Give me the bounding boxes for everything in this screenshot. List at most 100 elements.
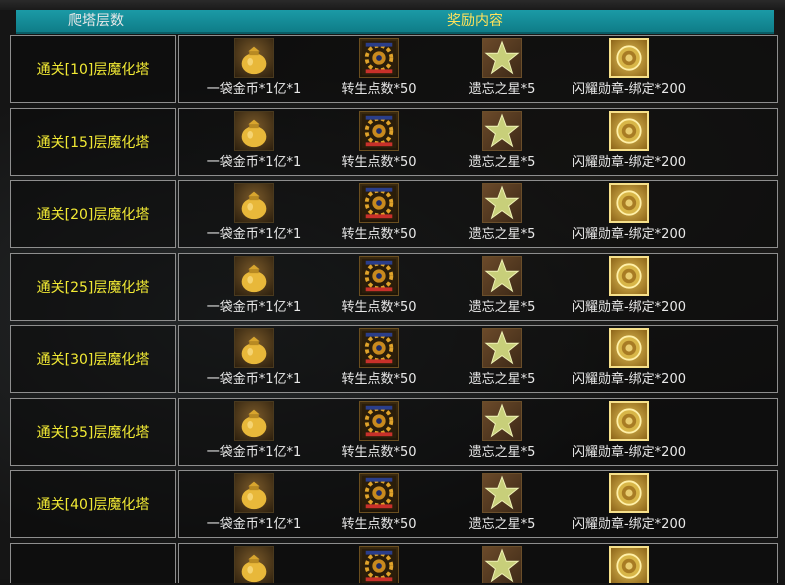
reward-item[interactable]: 转生点数*50 <box>314 110 444 175</box>
reward-label: 一袋金币*1亿*1 <box>206 517 302 532</box>
reward-item[interactable] <box>189 545 319 583</box>
top-strip <box>0 0 785 10</box>
star-icon <box>482 183 522 223</box>
reward-label: 一袋金币*1亿*1 <box>206 154 302 170</box>
reward-item[interactable]: 一袋金币*1亿*1 <box>189 473 319 537</box>
reward-label: 转生点数*50 <box>341 82 417 97</box>
reward-label: 转生点数*50 <box>341 299 417 315</box>
reward-label: 转生点数*50 <box>341 517 417 532</box>
reward-item[interactable]: 转生点数*50 <box>314 328 444 392</box>
tier-label: 通关[20]层魔化塔 <box>10 180 176 248</box>
rebirth-points-icon <box>359 110 399 151</box>
table-row: 通关[35]层魔化塔一袋金币*1亿*1 转生点数*50 遗忘之星*5 闪耀勋章-绑定*… <box>10 397 778 468</box>
reward-cell: 一袋金币*1亿*1 转生点数*50 遗忘之星*5 闪耀勋章-绑定*200 <box>178 252 778 321</box>
medal-icon <box>609 255 649 296</box>
table-row: 通关[15]层魔化塔 一袋金币*1亿*1 转生点数*50 遗忘之星*5 闪耀勋章-绑定*… <box>10 107 778 178</box>
reward-label: 转生点数*50 <box>341 444 417 460</box>
reward-label: 遗忘之星*5 <box>468 372 536 387</box>
reward-item[interactable]: 遗忘之星*5 <box>437 473 567 537</box>
reward-label: 转生点数*50 <box>341 372 417 387</box>
reward-item[interactable]: 闪耀勋章-绑定*200 <box>564 255 694 320</box>
reward-item[interactable]: 闪耀勋章-绑定*200 <box>564 400 694 465</box>
reward-cell: 一袋金币*1亿*1 转生点数*50 遗忘之星*5 闪耀勋章-绑定*200 <box>178 470 778 538</box>
reward-label: 一袋金币*1亿*1 <box>206 444 302 460</box>
reward-label: 遗忘之星*5 <box>468 444 536 460</box>
reward-item[interactable] <box>564 545 694 583</box>
reward-item[interactable]: 一袋金币*1亿*1 <box>189 183 319 247</box>
reward-item[interactable]: 一袋金币*1亿*1 <box>189 38 319 102</box>
reward-item[interactable]: 遗忘之星*5 <box>437 400 567 465</box>
tier-label: 通关[35]层魔化塔 <box>10 397 176 466</box>
rebirth-points-icon <box>359 400 399 441</box>
reward-item[interactable] <box>437 545 567 583</box>
reward-item[interactable]: 一袋金币*1亿*1 <box>189 400 319 465</box>
reward-label: 遗忘之星*5 <box>468 299 536 315</box>
reward-label: 闪耀勋章-绑定*200 <box>571 299 686 315</box>
reward-cell: 一袋金币*1亿*1 转生点数*50 遗忘之星*5 闪耀勋章-绑定*200 <box>178 180 778 248</box>
medal-icon <box>609 110 649 151</box>
reward-label: 一袋金币*1亿*1 <box>206 372 302 387</box>
gold-bag-icon <box>234 400 274 441</box>
reward-item[interactable]: 闪耀勋章-绑定*200 <box>564 473 694 537</box>
reward-label: 闪耀勋章-绑定*200 <box>571 154 686 170</box>
reward-cell: 一袋金币*1亿*1 转生点数*50 遗忘之星*5 闪耀勋章-绑定*200 <box>178 325 778 393</box>
reward-label: 遗忘之星*5 <box>468 227 536 242</box>
rebirth-points-icon <box>359 255 399 296</box>
reward-cell: 一袋金币*1亿*1 转生点数*50 遗忘之星*5 闪耀勋章-绑定*200 <box>178 35 778 103</box>
reward-label: 遗忘之星*5 <box>468 82 536 97</box>
medal-icon <box>609 38 649 78</box>
rebirth-points-icon <box>359 328 399 368</box>
reward-label: 闪耀勋章-绑定*200 <box>571 444 686 460</box>
reward-item[interactable]: 遗忘之星*5 <box>437 328 567 392</box>
gold-bag-icon <box>234 255 274 296</box>
medal-icon <box>609 183 649 223</box>
reward-label: 一袋金币*1亿*1 <box>206 82 302 97</box>
reward-table: 通关[10]层魔化塔 一袋金币*1亿*1 转生点数*50 遗忘之星*5 闪耀勋章-绑定*… <box>10 35 778 585</box>
rebirth-points-icon <box>359 545 399 583</box>
reward-item[interactable]: 闪耀勋章-绑定*200 <box>564 110 694 175</box>
reward-item[interactable]: 转生点数*50 <box>314 255 444 320</box>
medal-icon <box>609 328 649 368</box>
reward-item[interactable]: 闪耀勋章-绑定*200 <box>564 38 694 102</box>
reward-item[interactable]: 遗忘之星*5 <box>437 183 567 247</box>
tier-label <box>10 542 176 583</box>
reward-cell: 一袋金币*1亿*1 转生点数*50 遗忘之星*5 闪耀勋章-绑定*200 <box>178 397 778 466</box>
reward-item[interactable]: 转生点数*50 <box>314 400 444 465</box>
reward-item[interactable]: 一袋金币*1亿*1 <box>189 255 319 320</box>
gold-bag-icon <box>234 473 274 513</box>
reward-item[interactable]: 遗忘之星*5 <box>437 255 567 320</box>
reward-item[interactable]: 闪耀勋章-绑定*200 <box>564 328 694 392</box>
table-row: 通关[40]层魔化塔 一袋金币*1亿*1 转生点数*50 遗忘之星*5 闪耀勋章-绑定*… <box>10 470 778 540</box>
star-icon <box>482 400 522 441</box>
reward-item[interactable]: 闪耀勋章-绑定*200 <box>564 183 694 247</box>
reward-label: 转生点数*50 <box>341 154 417 170</box>
medal-icon <box>609 400 649 441</box>
reward-label: 遗忘之星*5 <box>468 154 536 170</box>
reward-label: 闪耀勋章-绑定*200 <box>571 517 686 532</box>
table-header: 爬塔层数 奖励内容 <box>16 10 774 34</box>
reward-item[interactable]: 遗忘之星*5 <box>437 110 567 175</box>
reward-label: 闪耀勋章-绑定*200 <box>571 372 686 387</box>
reward-item[interactable]: 转生点数*50 <box>314 473 444 537</box>
reward-label: 遗忘之星*5 <box>468 517 536 532</box>
star-icon <box>482 38 522 78</box>
reward-label: 一袋金币*1亿*1 <box>206 299 302 315</box>
star-icon <box>482 545 522 583</box>
reward-cell: 一袋金币*1亿*1 转生点数*50 遗忘之星*5 闪耀勋章-绑定*200 <box>178 107 778 176</box>
reward-item[interactable] <box>314 545 444 583</box>
table-row: 通关[20]层魔化塔一袋金币*1亿*1 转生点数*50 遗忘之星*5 闪耀勋章-绑定*… <box>10 180 778 250</box>
tier-label: 通关[25]层魔化塔 <box>10 252 176 321</box>
reward-item[interactable]: 一袋金币*1亿*1 <box>189 328 319 392</box>
reward-item[interactable]: 一袋金币*1亿*1 <box>189 110 319 175</box>
reward-item[interactable]: 转生点数*50 <box>314 38 444 102</box>
star-icon <box>482 328 522 368</box>
header-tower-levels: 爬塔层数 <box>68 13 124 29</box>
medal-icon <box>609 545 649 583</box>
rebirth-points-icon <box>359 38 399 78</box>
medal-icon <box>609 473 649 513</box>
reward-item[interactable]: 转生点数*50 <box>314 183 444 247</box>
reward-item[interactable]: 遗忘之星*5 <box>437 38 567 102</box>
rebirth-points-icon <box>359 473 399 513</box>
rebirth-points-icon <box>359 183 399 223</box>
reward-label: 一袋金币*1亿*1 <box>206 227 302 242</box>
